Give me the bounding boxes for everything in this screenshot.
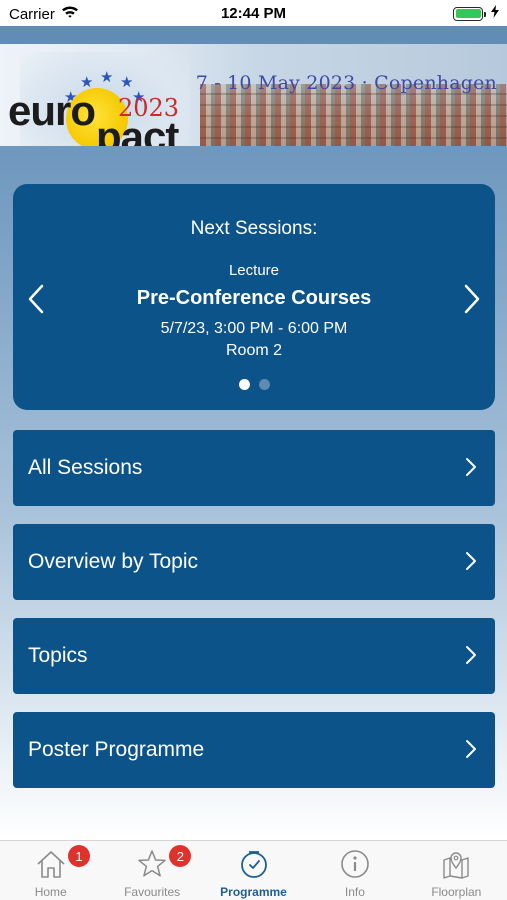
session-type: Lecture (228, 262, 280, 279)
charging-icon (491, 5, 499, 22)
chevron-right-icon (466, 646, 476, 664)
tab-label: Info (344, 885, 365, 899)
chevron-right-icon (466, 552, 476, 570)
tab-home[interactable]: 1 Home (0, 841, 101, 900)
status-right (453, 5, 499, 22)
map-pin-icon (443, 852, 470, 879)
tab-label: Favourites (124, 885, 181, 899)
session-title: Pre-Conference Courses (136, 287, 372, 309)
tab-label: Floorplan (431, 885, 482, 899)
next-sessions-heading: Next Sessions: (190, 218, 318, 239)
tab-floorplan[interactable]: Floorplan (406, 841, 507, 900)
topics-button[interactable]: Topics (13, 618, 495, 694)
tab-label: Programme (220, 885, 287, 899)
previous-session-button[interactable] (21, 282, 51, 316)
overview-by-topic-button[interactable]: Overview by Topic (13, 524, 495, 600)
page-dot-2[interactable] (258, 379, 270, 390)
tab-bar: 1 Home 2 Favourites Programme Info Floor… (0, 840, 507, 900)
menu-item-label: Topics (28, 644, 88, 667)
tab-label: Home (34, 885, 67, 899)
chevron-right-icon (466, 740, 476, 758)
battery-icon (453, 6, 486, 21)
main-content: ★ ★ ★ ★ ★ euro 2023 pact 7 - 10 May 2023… (0, 26, 507, 840)
chevron-right-icon (464, 284, 480, 314)
logo-pact-text: pact (96, 113, 179, 147)
tab-programme[interactable]: Programme (203, 841, 304, 900)
chevron-left-icon (28, 284, 44, 314)
menu-item-label: All Sessions (28, 456, 143, 479)
menu-item-label: Overview by Topic (28, 550, 199, 573)
star-icon (138, 850, 166, 877)
favourites-badge: 2 (169, 845, 192, 867)
status-time: 12:44 PM (220, 5, 287, 22)
info-icon (341, 850, 369, 878)
banner-date-location: 7 - 10 May 2023 · Copenhagen (195, 72, 497, 94)
next-session-button[interactable] (457, 282, 487, 316)
session-time: 5/7/23, 3:00 PM - 6:00 PM (160, 320, 348, 337)
clock-icon (240, 851, 267, 878)
poster-programme-button[interactable]: Poster Programme (13, 712, 495, 788)
logo-euro-text: euro (8, 87, 96, 134)
tab-favourites[interactable]: 2 Favourites (101, 841, 202, 900)
session-room: Room 2 (225, 342, 283, 359)
all-sessions-button[interactable]: All Sessions (13, 430, 495, 506)
home-badge: 1 (68, 845, 90, 867)
conference-banner: ★ ★ ★ ★ ★ euro 2023 pact 7 - 10 May 2023… (0, 44, 507, 146)
home-icon (37, 851, 65, 878)
page-dot-1[interactable] (238, 379, 250, 390)
status-bar: Carrier 12:44 PM (0, 0, 507, 26)
page-indicator[interactable] (13, 379, 495, 390)
tab-info[interactable]: Info (304, 841, 405, 900)
menu-item-label: Poster Programme (28, 738, 205, 761)
chevron-right-icon (466, 458, 476, 476)
next-sessions-card[interactable]: Next Sessions: Lecture Pre-Conference Co… (13, 184, 495, 410)
